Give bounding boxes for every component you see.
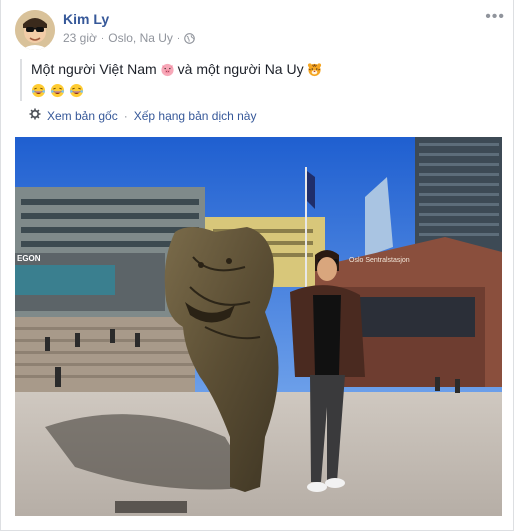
pig-face-emoji-icon xyxy=(160,62,175,77)
post-time[interactable]: 23 giờ xyxy=(63,31,97,45)
post-text-line: Một người Việt Nam và một người Na Uy xyxy=(31,59,490,79)
tiger-face-emoji-icon xyxy=(307,62,322,77)
news-feed-post: Kim Ly 23 giờ · Oslo, Na Uy · ••• Một ng… xyxy=(0,0,514,531)
post-location[interactable]: Oslo, Na Uy xyxy=(108,31,173,45)
laugh-emoji-line xyxy=(31,79,490,99)
gear-icon[interactable] xyxy=(29,108,41,123)
post-header: Kim Ly 23 giờ · Oslo, Na Uy · ••• xyxy=(15,8,505,50)
meta-separator: · xyxy=(176,32,181,44)
laughing-emoji-icon xyxy=(50,83,65,98)
more-dots-icon[interactable]: ••• xyxy=(485,9,505,25)
laughing-emoji-icon xyxy=(69,83,84,98)
laughing-emoji-icon xyxy=(31,83,46,98)
building-sign: EGON xyxy=(17,254,41,263)
station-sign: Oslo Sentralstasjon xyxy=(349,257,410,264)
post-photo[interactable]: EGON Oslo Sentralstasjon xyxy=(15,137,502,516)
see-original-link[interactable]: Xem bản gốc xyxy=(47,109,118,123)
meta-separator: · xyxy=(100,32,105,44)
post-text-part2: và một người Na Uy xyxy=(177,61,304,77)
translation-bar: Xem bản gốc · Xếp hạng bản dịch này xyxy=(29,108,256,123)
translated-text: Một người Việt Nam và một người Na Uy xyxy=(20,59,490,101)
post-text-part1: Một người Việt Nam xyxy=(31,61,157,77)
avatar[interactable] xyxy=(15,10,55,50)
globe-icon[interactable] xyxy=(184,32,196,44)
post-meta: 23 giờ · Oslo, Na Uy · xyxy=(63,31,196,45)
author-name[interactable]: Kim Ly xyxy=(63,11,109,27)
translation-separator: · xyxy=(123,108,128,123)
rate-translation-link[interactable]: Xếp hạng bản dịch này xyxy=(134,109,257,123)
